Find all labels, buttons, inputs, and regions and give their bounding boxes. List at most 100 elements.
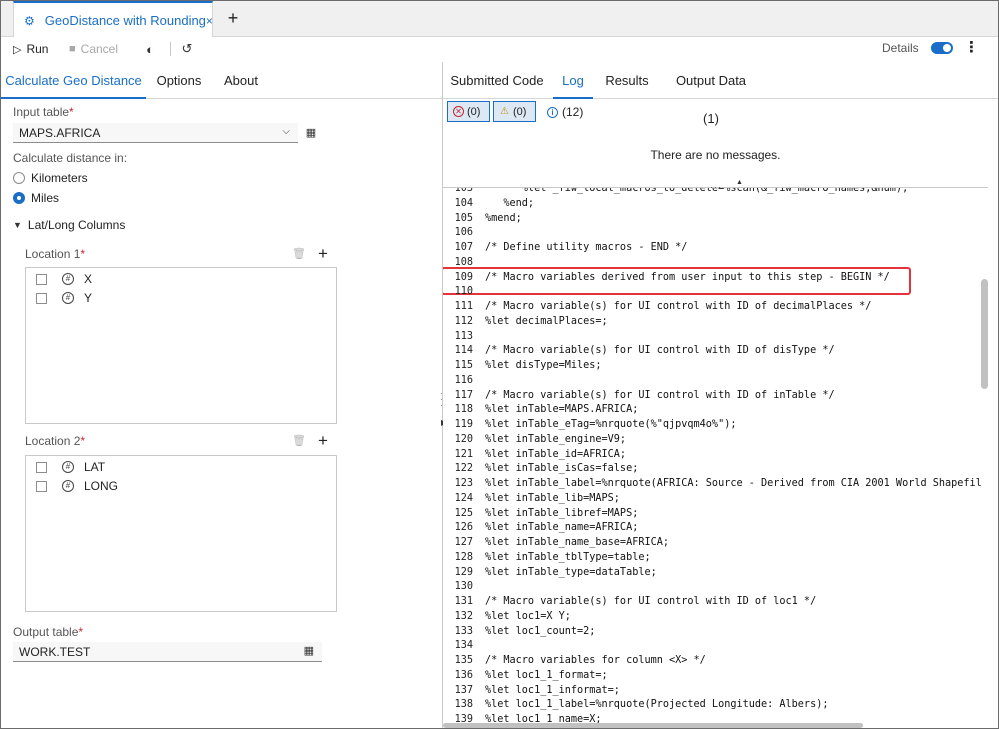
location1-column-list: # X # Y — [25, 267, 337, 424]
tab-about[interactable]: About — [217, 62, 265, 99]
code-text: %let loc1_1_label=%nrquote(Projected Lon… — [485, 699, 829, 711]
trash-icon[interactable]: 🗑 — [292, 248, 306, 260]
warnings-filter-button[interactable]: ⚠ (0) — [493, 101, 536, 122]
toolbar: ▷ Run ■ Cancel ◐ ↺ Details ⋮ — [1, 37, 998, 61]
code-line: 129 %let inTable_type=dataTable; — [443, 565, 657, 580]
code-line: 122 %let inTable_isCas=false; — [443, 461, 639, 476]
errors-filter-button[interactable]: ✕ (0) — [447, 101, 490, 122]
code-line: 131 /* Macro variable(s) for UI control w… — [443, 594, 817, 609]
lat-long-section-header[interactable]: ▼ Lat/Long Columns — [13, 218, 125, 232]
line-number: 134 — [454, 640, 473, 652]
cancel-button[interactable]: ■ Cancel — [69, 40, 118, 58]
line-number: 136 — [454, 669, 473, 681]
code-line: 109 /* Macro variables derived from user … — [443, 270, 890, 285]
no-messages-text: There are no messages. — [650, 148, 781, 162]
code-text: %let loc1_count=2; — [485, 625, 596, 637]
code-line: 111 /* Macro variable(s) for UI control w… — [443, 299, 872, 314]
list-item[interactable]: # LAT — [36, 459, 105, 475]
more-options-icon[interactable]: ⋮ — [964, 39, 979, 57]
code-text: %let inTable_label=%nrquote(AFRICA: Sour… — [485, 478, 981, 489]
line-number: 114 — [454, 345, 473, 357]
code-text: /* Macro variable(s) for UI control with… — [485, 345, 835, 357]
window-frame: ⚙ GeoDistance with Rounding × + ▷ Run ■ … — [0, 0, 999, 729]
code-line: 106 — [443, 225, 485, 240]
list-item[interactable]: # LONG — [36, 478, 118, 494]
column-checkbox[interactable] — [36, 292, 47, 304]
code-text: %let inTable_name_base=AFRICA; — [485, 537, 670, 548]
code-text: %end; — [485, 197, 535, 209]
new-tab-button[interactable]: + — [223, 7, 243, 29]
tab-options[interactable]: Options — [151, 62, 207, 99]
toolbar-separator — [170, 42, 171, 56]
details-toggle[interactable] — [931, 42, 953, 54]
numeric-column-icon: # — [62, 461, 74, 473]
tab-log[interactable]: Log — [553, 62, 593, 99]
trash-icon[interactable]: 🗑 — [292, 435, 306, 447]
code-line: 105 %mend; — [443, 211, 522, 226]
code-line: 134 — [443, 638, 485, 653]
column-checkbox[interactable] — [36, 480, 47, 492]
code-line: 126 %let inTable_name=AFRICA; — [443, 520, 639, 535]
table-picker-icon[interactable]: ▦ — [304, 127, 318, 139]
line-number: 123 — [454, 478, 473, 489]
list-item[interactable]: # X — [36, 271, 92, 287]
code-line: 132 %let loc1=X Y; — [443, 609, 571, 624]
toggle-knob — [943, 44, 951, 52]
code-text: /* Macro variable(s) for UI control with… — [485, 301, 872, 312]
column-name: X — [84, 272, 93, 286]
line-number: 118 — [454, 404, 473, 416]
code-line: 135 /* Macro variables for column <X> */ — [443, 653, 706, 668]
numeric-column-icon: # — [62, 292, 74, 304]
scrollbar-thumb[interactable] — [981, 279, 988, 389]
lat-long-section-title: Lat/Long Columns — [27, 218, 126, 232]
vertical-scrollbar[interactable] — [981, 191, 989, 721]
input-table-select[interactable]: MAPS.AFRICA ⌵ — [13, 123, 298, 143]
collapse-up-icon[interactable]: ▲ — [736, 179, 743, 186]
code-line: 121 %let inTable_id=AFRICA; — [443, 447, 626, 462]
line-number: 111 — [454, 301, 473, 312]
code-text: %let inTable_id=AFRICA; — [485, 448, 627, 460]
horizontal-scrollbar[interactable] — [443, 723, 863, 728]
line-number: 117 — [454, 389, 473, 401]
add-column-location1-button[interactable]: + — [316, 245, 330, 262]
code-line: 116 — [443, 373, 485, 388]
stop-icon: ■ — [69, 43, 76, 55]
list-item[interactable]: # Y — [36, 290, 92, 306]
run-button[interactable]: ▷ Run — [13, 40, 48, 58]
line-number: 133 — [454, 625, 473, 637]
miles-radio[interactable] — [13, 192, 25, 204]
code-text: /* Define utility macros - END */ — [485, 242, 688, 253]
add-column-location2-button[interactable]: + — [316, 432, 330, 449]
kilometers-radio[interactable] — [13, 172, 25, 184]
debug-button[interactable]: ◐ — [142, 40, 158, 58]
notes-filter-button[interactable]: i (12) — [547, 105, 583, 119]
chevron-down-icon: ▼ — [13, 220, 22, 230]
tab-calculate-geo-distance[interactable]: Calculate Geo Distance — [1, 62, 146, 99]
reset-button[interactable]: ↺ — [179, 40, 195, 58]
tab-submitted-code[interactable]: Submitted Code — [449, 62, 545, 99]
code-text: %mend; — [485, 212, 522, 224]
tab-output-data[interactable]: Output Data (1) — [667, 62, 755, 126]
location2-label: Location 2* — [25, 434, 86, 448]
log-code-view[interactable]: 103 %let _fiw_local_macros_to_delete=%sc… — [443, 188, 981, 725]
code-line: 124 %let inTable_lib=MAPS; — [443, 491, 620, 506]
tab-results[interactable]: Results — [603, 62, 651, 99]
line-number: 135 — [454, 655, 473, 666]
code-text: %let inTable_lib=MAPS; — [485, 492, 620, 504]
column-checkbox[interactable] — [36, 273, 47, 285]
code-line: 107 /* Define utility macros - END */ — [443, 240, 688, 255]
table-picker-icon[interactable]: ▦ — [304, 644, 314, 657]
line-number: 129 — [454, 566, 473, 578]
column-checkbox[interactable] — [36, 461, 47, 473]
code-line: 114 /* Macro variable(s) for UI control w… — [443, 343, 835, 358]
document-tab[interactable]: ⚙ GeoDistance with Rounding × — [13, 1, 213, 38]
warnings-count: (0) — [513, 105, 527, 118]
warning-icon: ⚠ — [500, 106, 509, 117]
output-table-input[interactable]: WORK.TEST ▦ — [13, 642, 322, 662]
code-line: 110 — [443, 284, 485, 299]
line-number: 128 — [454, 551, 473, 563]
code-line: 123 %let inTable_label=%nrquote(AFRICA: S… — [443, 476, 981, 491]
line-number: 119 — [454, 419, 473, 430]
line-number: 124 — [454, 492, 473, 504]
close-tab-icon[interactable]: × — [206, 14, 213, 28]
